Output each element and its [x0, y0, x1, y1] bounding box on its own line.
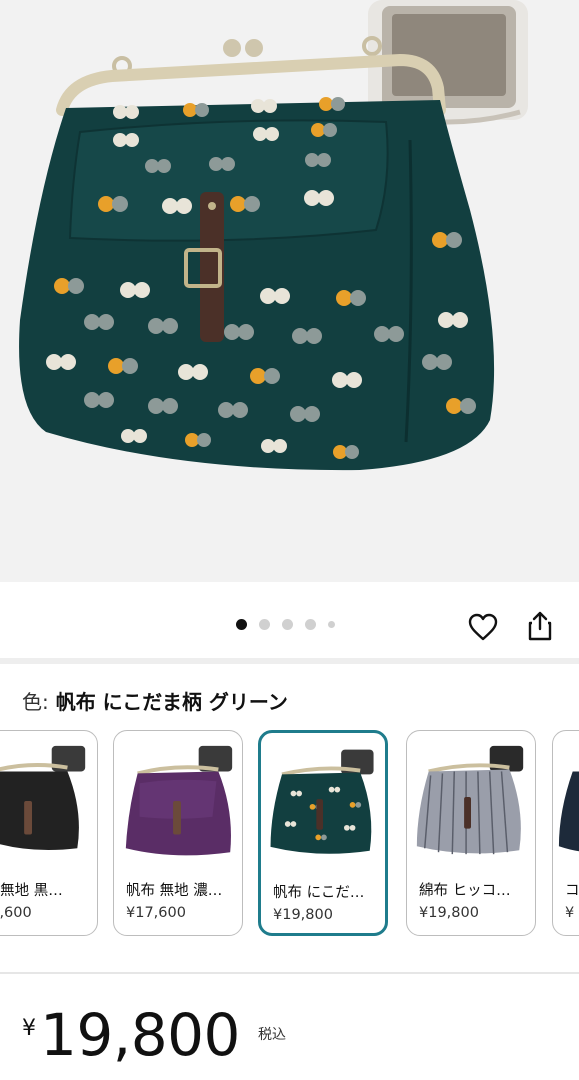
section-divider [0, 658, 579, 664]
section-separator [0, 972, 579, 974]
variant-name: 綿布 ヒッコ… [419, 883, 511, 899]
share-icon [528, 611, 552, 641]
variant-price: ¥19,800 [419, 905, 479, 921]
product-image[interactable] [0, 0, 579, 582]
heart-outline-icon [468, 613, 498, 641]
product-price: ¥ 19,800 税込 [22, 1000, 286, 1070]
variant-swatch-selected[interactable]: 帆布 にこだ… ¥19,800 [258, 730, 388, 936]
variant-name: 帆布 にこだ… [273, 885, 365, 901]
pagination-dot-active[interactable] [236, 619, 247, 630]
pagination-dot[interactable] [328, 621, 335, 628]
selected-color-label: 色: 帆布 にこだま柄 グリーン [22, 686, 288, 715]
variant-price: ¥ [565, 905, 575, 921]
pagination-dot[interactable] [305, 619, 316, 630]
variant-swatch[interactable]: 布 無地 黒… 17,600 [0, 730, 98, 936]
variant-price: ¥19,800 [273, 907, 333, 923]
variant-thumbnail [270, 749, 374, 854]
variant-price: 17,600 [0, 905, 32, 921]
image-pagination[interactable] [236, 619, 335, 630]
color-name: 帆布 にこだま柄 グリーン [55, 690, 288, 714]
variant-thumbnail [0, 745, 86, 851]
tax-included-label: 税込 [257, 1027, 286, 1043]
variant-name: 布 無地 黒… [0, 883, 63, 899]
price-amount: 19,800 [40, 1001, 240, 1069]
favorite-button[interactable] [465, 609, 501, 645]
product-bag-illustration [19, 0, 528, 471]
variant-name: 帆布 無地 濃… [126, 883, 223, 899]
variant-thumbnail [416, 745, 524, 855]
variant-swatch[interactable]: 綿布 ヒッコ… ¥19,800 [406, 730, 536, 936]
variant-swatch[interactable]: 帆布 無地 濃… ¥17,600 [113, 730, 243, 936]
variant-thumbnail [125, 745, 233, 856]
pagination-dot[interactable] [282, 619, 293, 630]
variant-price: ¥17,600 [126, 905, 186, 921]
variant-swatch-list[interactable]: 布 無地 黒… 17,600 帆布 無地 濃… ¥17,600 [0, 730, 579, 940]
variant-thumbnail [558, 771, 579, 852]
variant-name: コ [565, 883, 579, 899]
color-prefix: 色: [22, 690, 49, 714]
currency-symbol: ¥ [22, 1016, 36, 1041]
variant-swatch[interactable]: コ ¥ [552, 730, 579, 936]
pagination-dot[interactable] [259, 619, 270, 630]
share-button[interactable] [522, 608, 558, 644]
